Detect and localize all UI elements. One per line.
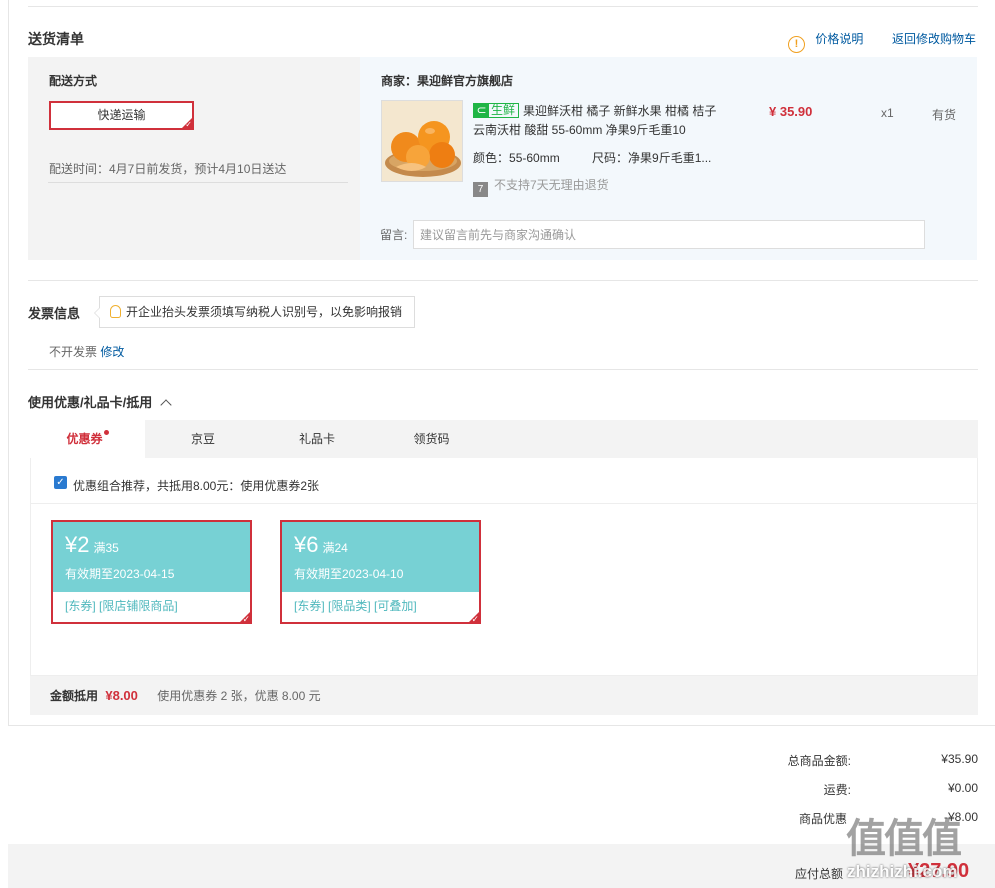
coupon-tags: [东券] [限店铺限商品] — [65, 599, 178, 613]
chevron-up-icon — [160, 399, 172, 411]
size-label: 尺码： — [592, 151, 629, 165]
deduct-detail: 使用优惠券 2 张，优惠 8.00 元 — [157, 689, 321, 703]
coupon-deduct-bar: 金额抵用 ¥8.00 使用优惠券 2 张，优惠 8.00 元 — [30, 676, 978, 715]
coupon-card-header: ¥2 满35 有效期至2023-04-15 — [53, 522, 250, 592]
return-policy-text: 不支持7天无理由退货 — [494, 178, 609, 192]
delivery-option-express[interactable]: 快递运输 ✓ — [49, 101, 194, 130]
product-thumbnail[interactable] — [381, 100, 463, 182]
product-size-attr: 尺码：净果9斤毛重1... — [592, 149, 711, 166]
price-note-link[interactable]: ! 价格说明 — [788, 30, 864, 53]
back-to-cart-link[interactable]: 返回修改购物车 — [892, 30, 976, 47]
shipping-fee-value: ¥0.00 — [947, 781, 978, 795]
coupon-panel-divider — [31, 503, 977, 504]
coupon-validity: 有效期至2023-04-15 — [65, 567, 175, 581]
delivery-section-title: 送货清单 — [28, 31, 84, 47]
coupons-section-toggle[interactable]: 使用优惠/礼品卡/抵用 — [28, 392, 172, 411]
coupon-card[interactable]: ¥2 满35 有效期至2023-04-15 [东券] [限店铺限商品] ✓ — [51, 520, 252, 624]
coupon-condition: 满35 — [93, 541, 119, 555]
price-note-label: 价格说明 — [815, 32, 864, 46]
invoice-tip-text: 开企业抬头发票须填写纳税人识别号，以免影响报销 — [126, 305, 403, 319]
tangerine-image-icon — [382, 101, 462, 181]
delivery-method-label: 配送方式 — [49, 74, 98, 88]
coupon-tags: [东券] [限品类] [可叠加] — [294, 599, 417, 613]
invoice-edit-link[interactable]: 修改 — [100, 345, 124, 359]
top-divider — [28, 6, 978, 7]
remark-input[interactable] — [413, 220, 925, 249]
tab-coupon[interactable]: 优惠券 — [30, 420, 145, 458]
tab-gift-card[interactable]: 礼品卡 — [261, 420, 373, 458]
section-divider-1 — [28, 280, 978, 281]
deduct-amount: ¥8.00 — [105, 688, 138, 703]
payable-label: 应付总额 — [795, 867, 844, 881]
lightbulb-icon — [110, 305, 121, 318]
invoice-type: 不开发票 — [49, 345, 98, 359]
product-stock-status: 有货 — [932, 108, 957, 122]
new-dot-indicator — [103, 430, 109, 435]
coupon-condition: 满24 — [322, 541, 348, 555]
color-label: 颜色： — [473, 151, 510, 165]
product-quantity: x1 — [881, 106, 894, 120]
recommend-text: 优惠组合推荐，共抵用8.00元：使用优惠券2张 — [73, 479, 320, 493]
delivery-divider — [48, 182, 348, 183]
watermark-text: zhizhizhi.com — [847, 862, 958, 881]
selected-check-icon: ✓ — [181, 117, 193, 129]
return-policy-note: 7 不支持7天无理由退货 — [473, 176, 609, 197]
selected-check-icon: ✓ — [464, 607, 480, 623]
product-title-block: ⊂ 生鲜 果迎鲜沃柑 橘子 新鲜水果 柑橘 桔子 云南沃柑 酸甜 55-60mm 净… — [473, 102, 723, 140]
selected-check-icon: ✓ — [235, 607, 251, 623]
discount-label: 商品优惠 — [798, 812, 847, 826]
recommend-checkbox[interactable]: ✓ — [54, 476, 67, 489]
invoice-value: 不开发票 修改 — [49, 343, 124, 360]
invoice-tip: 开企业抬头发票须填写纳税人识别号，以免影响报销 — [94, 296, 415, 328]
color-value: 55-60mm — [509, 151, 560, 165]
coupon-amount: ¥2 — [65, 532, 90, 557]
coupon-card-header: ¥6 满24 有效期至2023-04-10 — [282, 522, 479, 592]
size-value: 净果9斤毛重1... — [628, 151, 712, 165]
delivery-time-text: 配送时间：4月7日前发货，预计4月10日送达 — [49, 162, 287, 176]
coupon-card[interactable]: ¥6 满24 有效期至2023-04-10 [东券] [限品类] [可叠加] ✓ — [280, 520, 481, 624]
tab-jingdou[interactable]: 京豆 — [145, 420, 261, 458]
no-7day-return-icon: 7 — [473, 182, 488, 197]
invoice-section-title: 发票信息 — [28, 306, 81, 321]
shipping-fee-label: 运费: — [823, 783, 851, 797]
warning-icon: ! — [788, 36, 805, 53]
tab-redeem-code[interactable]: 领货码 — [373, 420, 490, 458]
fresh-badge: ⊂ 生鲜 — [473, 103, 520, 118]
remark-label: 留言: — [380, 228, 408, 242]
coupon-tabbar: 优惠券 京豆 礼品卡 领货码 — [30, 420, 978, 458]
coupon-validity: 有效期至2023-04-10 — [294, 567, 404, 581]
delivery-option-label: 快递运输 — [97, 108, 146, 122]
product-color-attr: 颜色：55-60mm — [473, 149, 560, 166]
product-price: ¥ 35.90 — [769, 104, 813, 119]
section-divider-2 — [28, 369, 978, 370]
coupon-amount: ¥6 — [294, 532, 319, 557]
deduct-label: 金额抵用 — [50, 689, 99, 703]
goods-total-label: 总商品金额: — [787, 754, 851, 768]
coupons-section-title: 使用优惠/礼品卡/抵用 — [28, 395, 153, 410]
watermark-logo: 值值值 — [846, 817, 962, 861]
fresh-tag-icon: ⊂ — [474, 104, 489, 117]
merchant-name: 商家：果迎鲜官方旗舰店 — [381, 74, 514, 88]
goods-total-value: ¥35.90 — [941, 752, 978, 766]
